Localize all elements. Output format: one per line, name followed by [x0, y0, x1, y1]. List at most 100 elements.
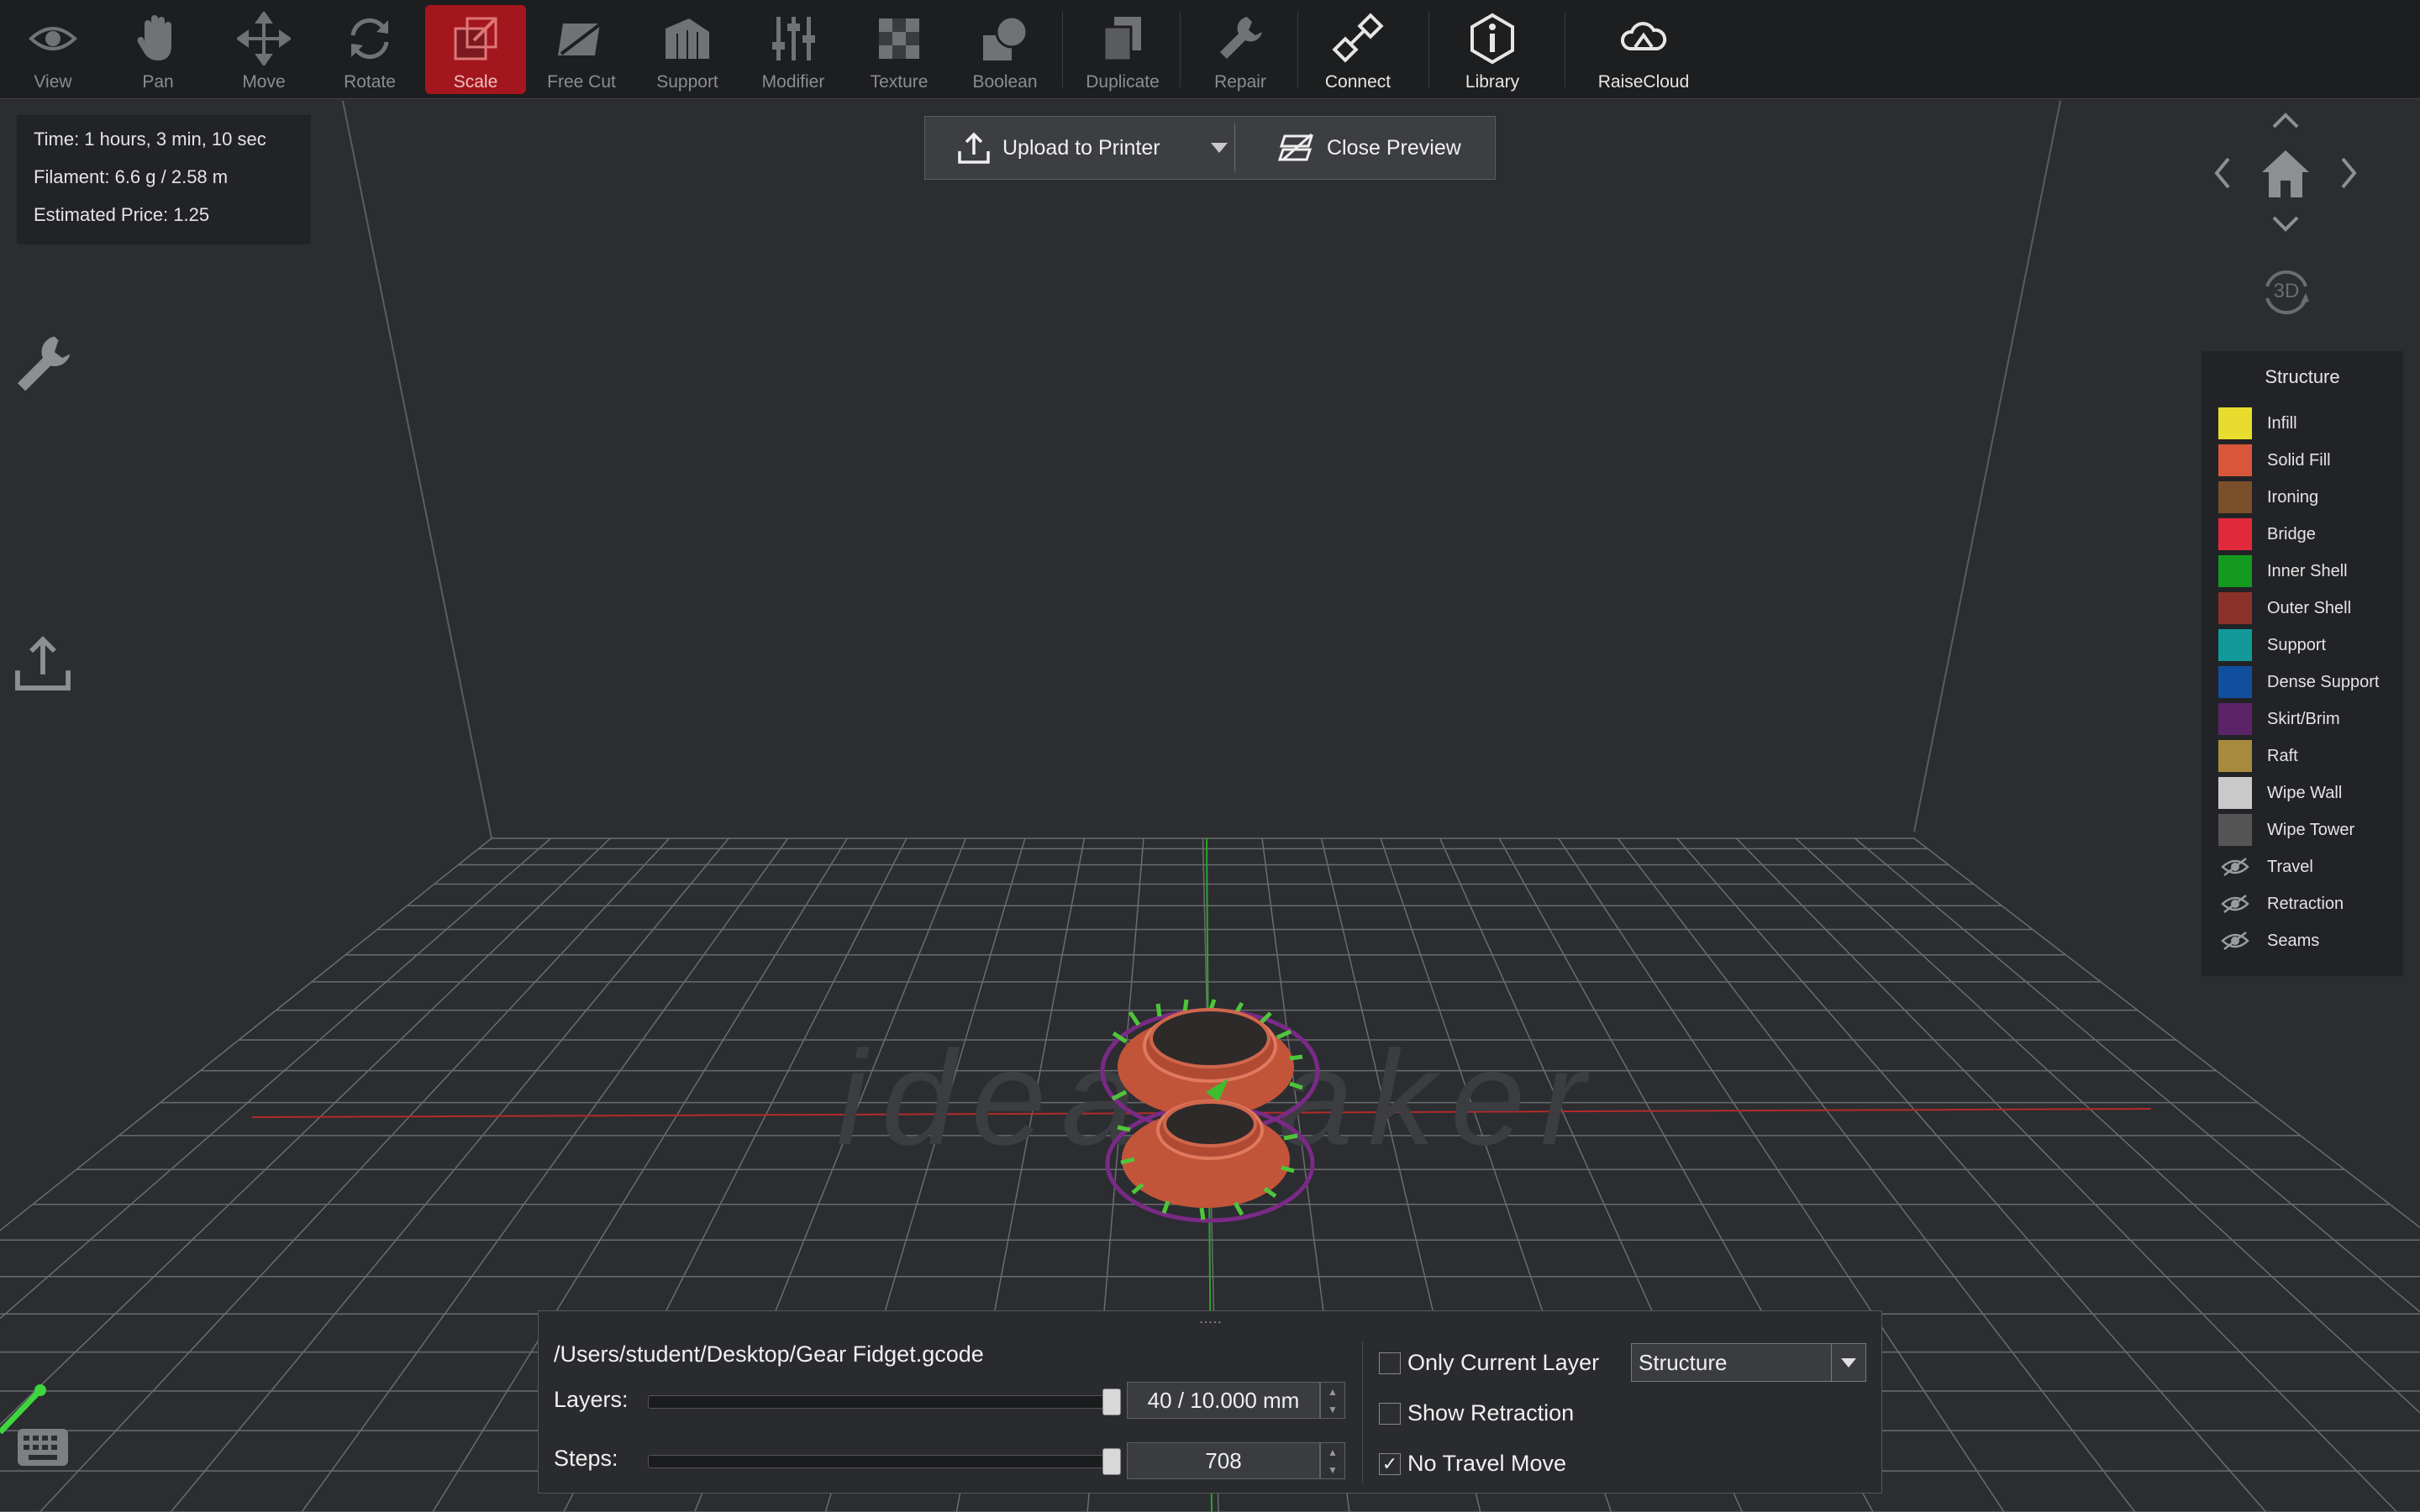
legend-item-seams[interactable]: Seams [2218, 924, 2319, 958]
close-preview-button[interactable]: Close Preview [1278, 117, 1461, 179]
view-button[interactable]: View [3, 5, 103, 94]
library-button[interactable]: Library [1442, 5, 1543, 94]
legend-item-solid-fill[interactable]: Solid Fill [2218, 444, 2331, 477]
legend-color-swatch [2218, 444, 2252, 476]
free-cut-button[interactable]: Free Cut [531, 5, 632, 94]
layers-spinner[interactable]: ▲ ▼ [1320, 1382, 1345, 1419]
legend-item-travel[interactable]: Travel [2218, 850, 2313, 884]
spin-down-icon[interactable]: ▼ [1321, 1461, 1344, 1478]
view-3d-toggle[interactable]: 3D [2259, 265, 2314, 320]
raisecloud-button[interactable]: RaiseCloud [1593, 5, 1694, 94]
preview-control-panel: ..... /Users/student/Desktop/Gear Fidget… [538, 1310, 1882, 1494]
only-current-layer-checkbox[interactable] [1379, 1352, 1401, 1374]
legend-item-label: Retraction [2267, 894, 2344, 913]
keyboard-icon[interactable] [17, 1428, 69, 1467]
legend-color-swatch [2218, 629, 2252, 661]
legend-item-ironing[interactable]: Ironing [2218, 480, 2318, 514]
spin-up-icon[interactable]: ▲ [1321, 1443, 1344, 1461]
legend-item-raft[interactable]: Raft [2218, 739, 2298, 773]
no-travel-move-option[interactable]: ✓ No Travel Move [1379, 1451, 1566, 1477]
eye-hidden-icon[interactable] [2218, 928, 2252, 953]
spin-down-icon[interactable]: ▼ [1321, 1400, 1344, 1418]
eye-hidden-icon[interactable] [2218, 891, 2252, 916]
boolean-button[interactable]: Boolean [955, 5, 1055, 94]
repair-button[interactable]: Repair [1190, 5, 1291, 94]
legend-item-infill[interactable]: Infill [2218, 407, 2297, 440]
library-label: Library [1465, 72, 1520, 92]
rotate-button[interactable]: Rotate [319, 5, 420, 94]
layers-slider-thumb[interactable] [1102, 1389, 1121, 1415]
legend-item-retraction[interactable]: Retraction [2218, 887, 2344, 921]
show-retraction-option[interactable]: Show Retraction [1379, 1400, 1574, 1426]
chevron-right-icon[interactable] [2339, 155, 2360, 191]
legend-item-label: Inner Shell [2267, 561, 2348, 580]
legend-item-skirt-brim[interactable]: Skirt/Brim [2218, 702, 2340, 736]
layers-label: Layers: [554, 1387, 629, 1412]
only-current-layer-label: Only Current Layer [1407, 1350, 1600, 1375]
layers-slider[interactable] [648, 1389, 1121, 1415]
pan-button[interactable]: Pan [108, 5, 208, 94]
only-current-layer-option[interactable]: Only Current Layer [1379, 1350, 1599, 1376]
free-cut-label: Free Cut [547, 72, 616, 92]
duplicate-button[interactable]: Duplicate [1072, 5, 1173, 94]
legend-item-label: Skirt/Brim [2267, 709, 2340, 728]
steps-value-field[interactable]: 708 [1127, 1442, 1320, 1479]
show-retraction-checkbox[interactable] [1379, 1402, 1401, 1425]
steps-slider-thumb[interactable] [1102, 1448, 1121, 1475]
steps-label: Steps: [554, 1446, 618, 1471]
scale-button[interactable]: Scale [425, 5, 526, 94]
legend-item-label: Infill [2267, 413, 2297, 433]
legend-item-label: Travel [2267, 857, 2313, 876]
support-label: Support [656, 72, 718, 92]
chevron-down-icon[interactable] [1831, 1344, 1865, 1381]
texture-label: Texture [870, 72, 929, 92]
support-button[interactable]: Support [637, 5, 738, 94]
toolbar-separator [1062, 12, 1063, 87]
viewport-3d[interactable]: ideaMaker [0, 99, 2420, 1512]
legend-item-inner-shell[interactable]: Inner Shell [2218, 554, 2348, 588]
legend-item-wipe-wall[interactable]: Wipe Wall [2218, 776, 2342, 810]
connect-label: Connect [1324, 72, 1392, 92]
legend-item-label: Ironing [2267, 487, 2319, 507]
preview-action-bar: Upload to Printer Close Preview [924, 116, 1496, 180]
cloud-icon [1621, 22, 1667, 50]
legend-item-dense-support[interactable]: Dense Support [2218, 665, 2379, 699]
no-travel-move-checkbox[interactable]: ✓ [1379, 1452, 1401, 1475]
chevron-up-icon[interactable] [2270, 110, 2301, 130]
connect-button[interactable]: Connect [1307, 5, 1408, 94]
panel-drag-handle[interactable]: ..... [1194, 1313, 1228, 1326]
layers-value-field[interactable]: 40 / 10.000 mm [1127, 1382, 1320, 1419]
camera-navigation: 3D [2210, 105, 2361, 332]
support-icon [666, 18, 709, 59]
legend-item-label: Support [2267, 635, 2327, 654]
texture-button[interactable]: Texture [849, 5, 950, 94]
wrench-icon[interactable] [12, 333, 74, 395]
move-button[interactable]: Move [213, 5, 314, 94]
upload-to-printer-button[interactable]: Upload to Printer [957, 117, 1160, 179]
layers-icon [1278, 133, 1314, 161]
chevron-left-icon[interactable] [2212, 155, 2232, 191]
modifier-button[interactable]: Modifier [743, 5, 844, 94]
toolbar-separator [1297, 12, 1298, 87]
cut-icon [558, 20, 605, 55]
pan-label: Pan [142, 72, 174, 92]
eye-hidden-icon[interactable] [2218, 854, 2252, 879]
steps-slider[interactable] [648, 1448, 1121, 1475]
legend-title: Structure [2265, 366, 2340, 387]
legend-item-label: Wipe Tower [2267, 820, 2355, 839]
legend-color-swatch [2218, 666, 2252, 698]
export-icon[interactable] [12, 632, 74, 694]
legend-item-outer-shell[interactable]: Outer Shell [2218, 591, 2351, 625]
legend-item-bridge[interactable]: Bridge [2218, 517, 2316, 551]
chevron-down-icon[interactable] [2270, 214, 2301, 234]
legend-item-label: Bridge [2267, 524, 2316, 543]
steps-spinner[interactable]: ▲ ▼ [1320, 1442, 1345, 1479]
view-mode-select[interactable]: Structure [1631, 1343, 1866, 1382]
spin-up-icon[interactable]: ▲ [1321, 1383, 1344, 1400]
legend-item-support[interactable]: Support [2218, 628, 2326, 662]
duplicate-label: Duplicate [1086, 72, 1160, 92]
upload-dropdown-arrow[interactable] [1204, 117, 1234, 179]
legend-item-wipe-tower[interactable]: Wipe Tower [2218, 813, 2354, 847]
home-icon[interactable] [2259, 149, 2312, 199]
structure-legend: Structure Infill Solid Fill Ironing Bridge I… [2202, 351, 2403, 976]
